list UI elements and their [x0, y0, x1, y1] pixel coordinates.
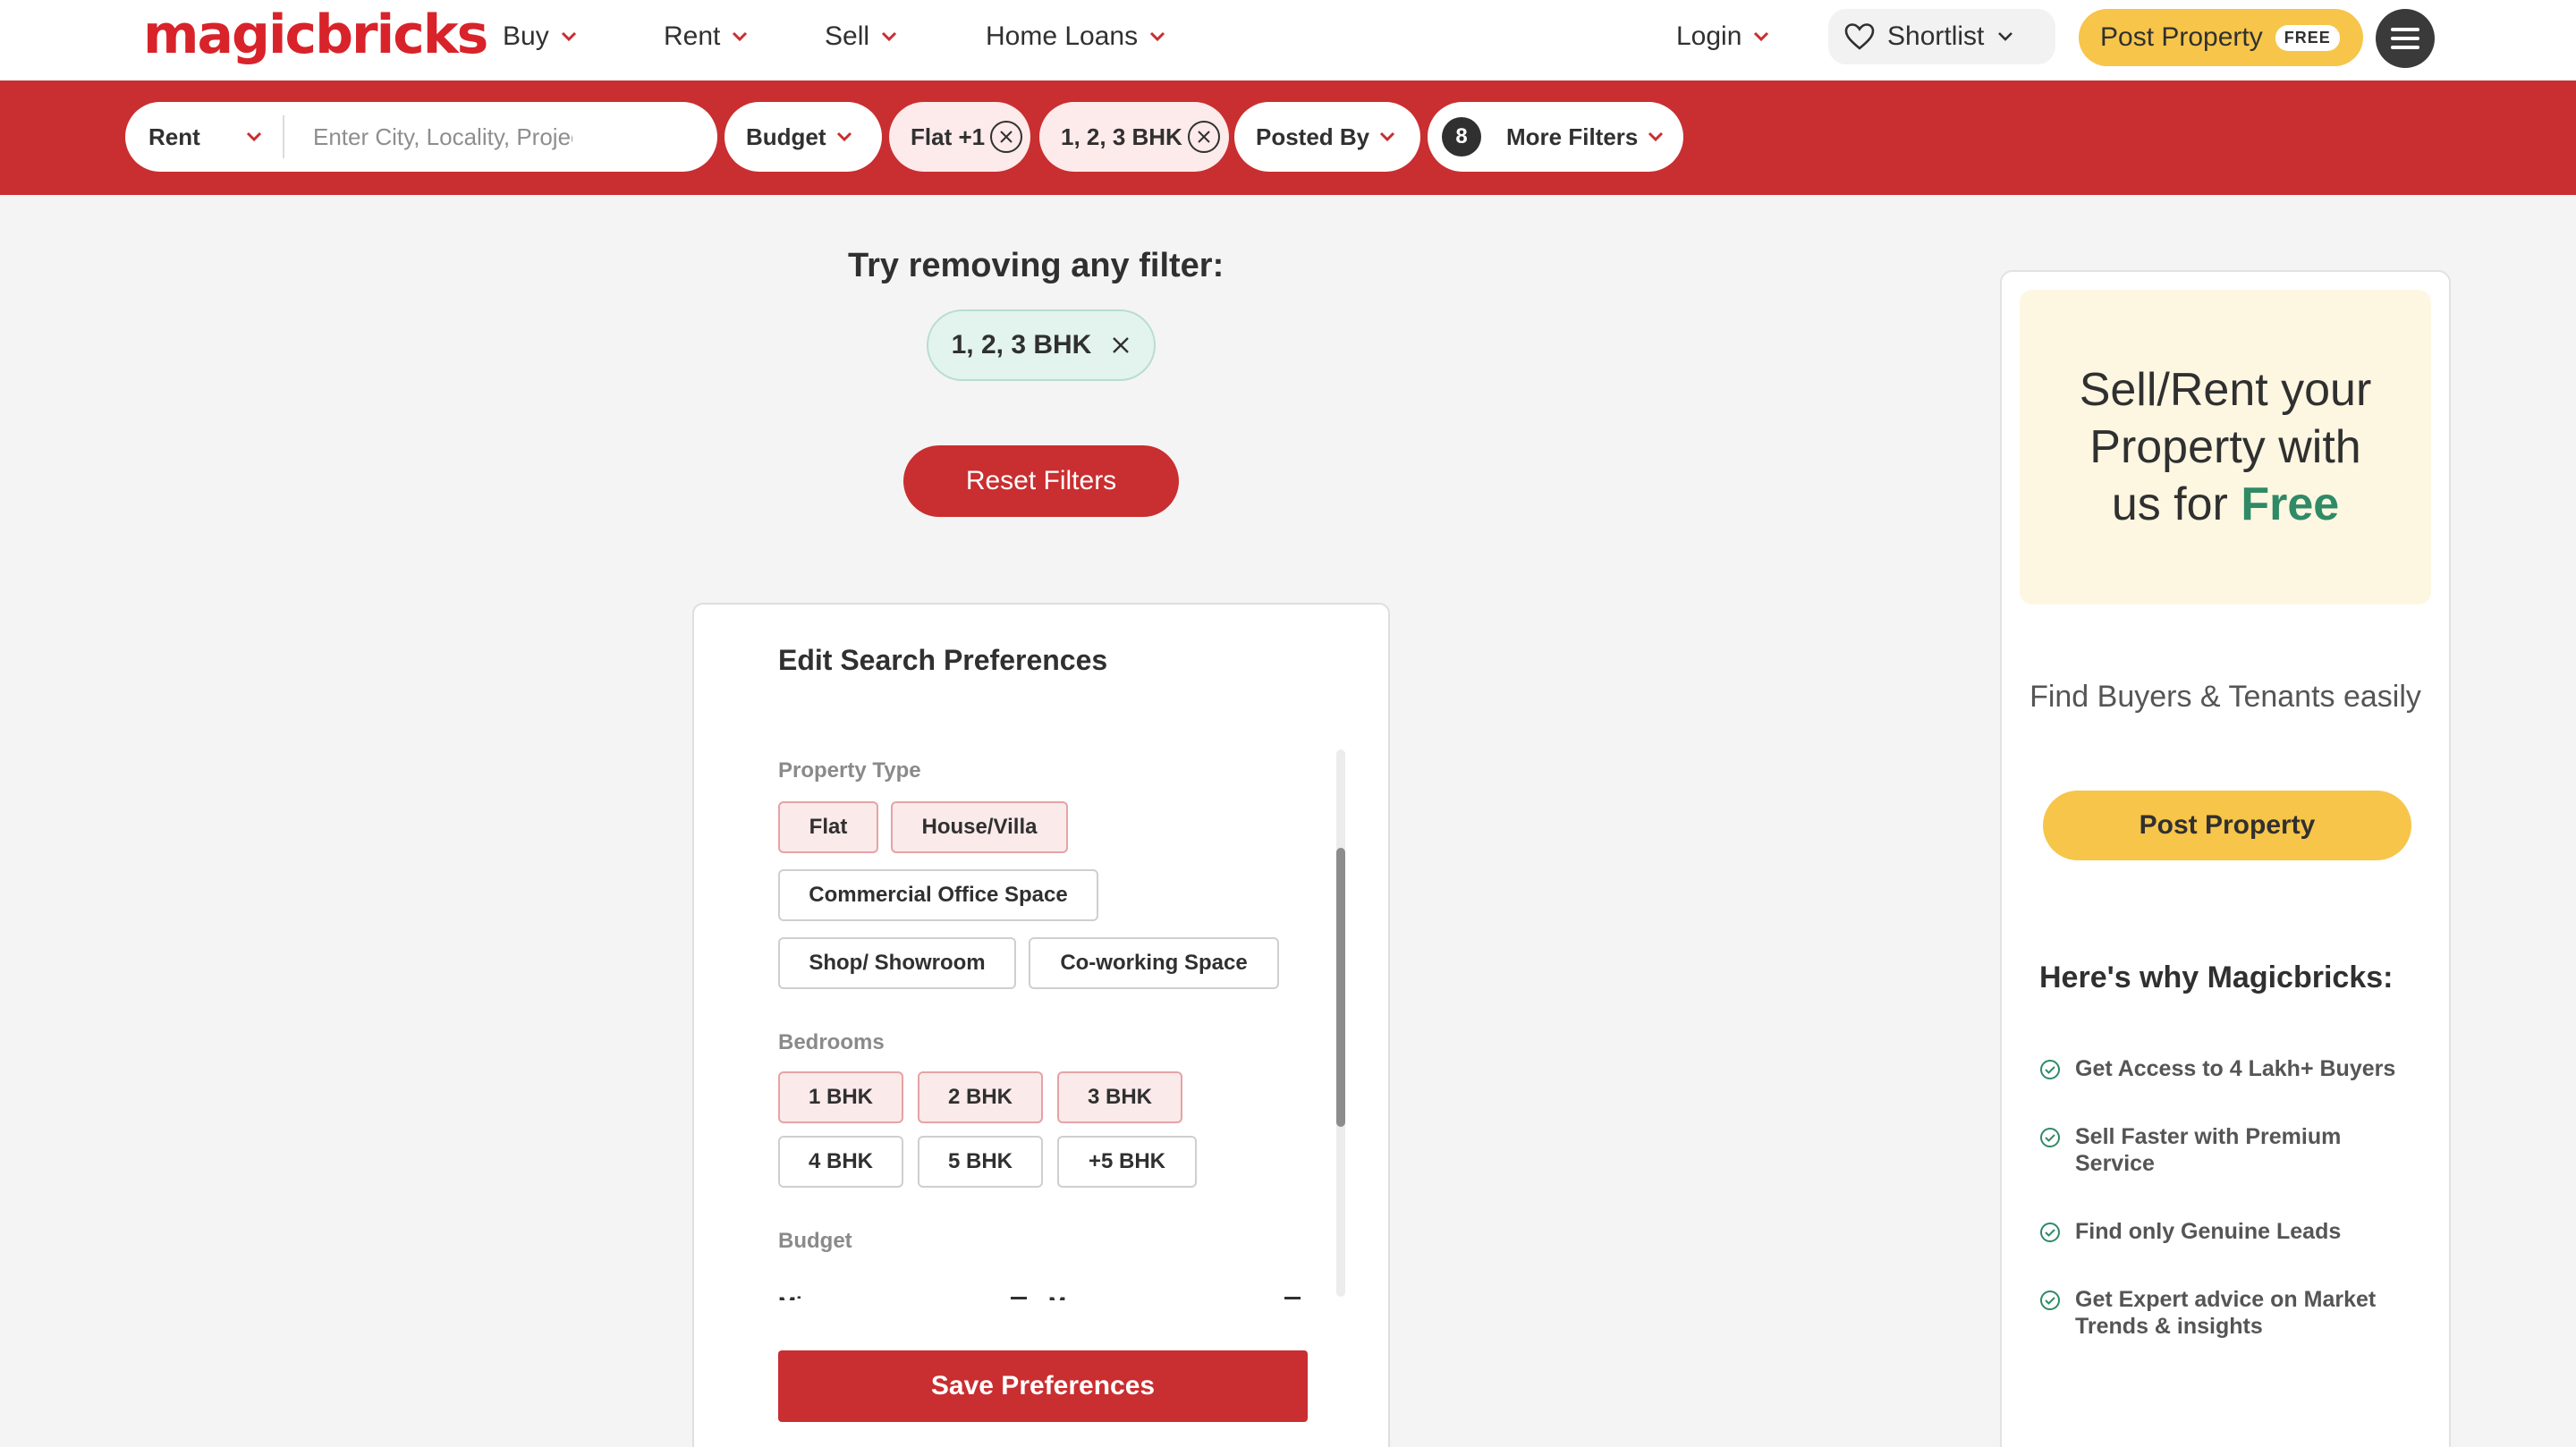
- budget-label: Budget: [778, 1229, 852, 1253]
- check-circle-icon: [2040, 1060, 2060, 1079]
- promo-line-2: Property with: [2089, 421, 2361, 473]
- property-type-label: Property Type: [778, 758, 921, 783]
- chevron-down-icon: [1996, 28, 2014, 46]
- nav-login[interactable]: Login: [1676, 21, 1770, 52]
- chevron-down-icon: [880, 28, 898, 46]
- chevron-down-icon: [731, 28, 749, 46]
- chevron-down-icon: [835, 128, 853, 146]
- option-5-plus-bhk[interactable]: +5 BHK: [1057, 1136, 1197, 1188]
- check-circle-icon: [2040, 1290, 2060, 1310]
- option-3-bhk[interactable]: 3 BHK: [1057, 1071, 1182, 1123]
- removable-filter-chip[interactable]: 1, 2, 3 BHK: [927, 309, 1156, 381]
- budget-filter-label: Budget: [746, 123, 826, 150]
- budget-min-select[interactable]: Min: [778, 1290, 815, 1300]
- post-property-promo-card: Sell/Rent your Property with us for Free…: [2000, 270, 2451, 1447]
- preferences-scrollbar[interactable]: [1336, 749, 1345, 1297]
- shortlist-button[interactable]: Shortlist: [1828, 9, 2055, 64]
- filter-bar: Rent Budget Flat +1 1, 2, 3 BHK Posted B…: [0, 80, 2576, 195]
- option-2-bhk[interactable]: 2 BHK: [918, 1071, 1043, 1123]
- save-preferences-button[interactable]: Save Preferences: [778, 1350, 1308, 1422]
- heart-icon: [1844, 23, 1875, 50]
- option-shop-showroom[interactable]: Shop/ Showroom: [778, 937, 1016, 989]
- property-type-filter-label: Flat +1: [911, 123, 986, 150]
- shortlist-label: Shortlist: [1887, 21, 1985, 51]
- benefit-text: Find only Genuine Leads: [2075, 1219, 2342, 1244]
- benefit-item: Get Access to 4 Lakh+ Buyers: [2039, 1055, 2424, 1082]
- search-input[interactable]: [313, 123, 572, 151]
- nav-login-label: Login: [1676, 21, 1742, 51]
- filter-count-badge: 8: [1442, 117, 1481, 157]
- chip-label: 1, 2, 3 BHK: [951, 330, 1092, 360]
- nav-home-loans-label: Home Loans: [986, 21, 1139, 51]
- budget-filter[interactable]: Budget: [724, 102, 882, 172]
- option-house-villa[interactable]: House/Villa: [891, 801, 1068, 853]
- search-group: Rent: [125, 102, 717, 172]
- option-4-bhk[interactable]: 4 BHK: [778, 1136, 903, 1188]
- benefit-item: Sell Faster with Premium Service: [2039, 1123, 2424, 1177]
- transaction-mode-select[interactable]: Rent: [125, 115, 284, 158]
- option-1-bhk[interactable]: 1 BHK: [778, 1071, 903, 1123]
- promo-line-3: us for: [2111, 478, 2228, 530]
- chevron-down-icon: [245, 128, 263, 146]
- find-buyers-text: Find Buyers & Tenants easily: [2029, 680, 2421, 714]
- chevron-down-icon: [1647, 128, 1665, 146]
- minus-icon: [1011, 1297, 1027, 1299]
- property-type-filter[interactable]: Flat +1: [889, 102, 1030, 172]
- clear-icon[interactable]: [1187, 121, 1220, 153]
- budget-max-select[interactable]: Max: [1048, 1290, 1090, 1300]
- close-icon[interactable]: [1111, 335, 1131, 355]
- chevron-down-icon: [560, 28, 578, 46]
- chevron-down-icon: [1148, 28, 1166, 46]
- nav-sell-label: Sell: [825, 21, 870, 51]
- minus-icon: [1284, 1297, 1301, 1299]
- chevron-down-icon: [1752, 28, 1770, 46]
- check-circle-icon: [2040, 1128, 2060, 1147]
- option-commercial-office-space[interactable]: Commercial Office Space: [778, 869, 1098, 921]
- reset-filters-button[interactable]: Reset Filters: [903, 445, 1179, 517]
- benefit-text: Sell Faster with Premium Service: [2075, 1124, 2342, 1176]
- benefit-text: Get Access to 4 Lakh+ Buyers: [2075, 1056, 2396, 1081]
- free-tag: FREE: [2275, 24, 2340, 51]
- more-filters-button[interactable]: 8 More Filters: [1428, 102, 1683, 172]
- top-navigation: magicbricks Buy Rent Sell Home Loans Log…: [0, 0, 2576, 80]
- nav-sell[interactable]: Sell: [825, 21, 898, 52]
- nav-buy-label: Buy: [503, 21, 549, 51]
- post-property-label: Post Property: [2100, 22, 2263, 52]
- scrollbar-thumb[interactable]: [1336, 848, 1345, 1127]
- post-property-button[interactable]: Post Property FREE: [2079, 9, 2363, 66]
- nav-home-loans[interactable]: Home Loans: [986, 21, 1166, 52]
- benefit-text: Get Expert advice on Market Trends & ins…: [2075, 1287, 2377, 1339]
- promo-line-1: Sell/Rent your: [2079, 364, 2372, 416]
- promo-banner: Sell/Rent your Property with us for Free: [2020, 290, 2431, 605]
- nav-rent-label: Rent: [664, 21, 721, 51]
- clear-icon[interactable]: [990, 121, 1023, 153]
- benefit-item: Find only Genuine Leads: [2039, 1218, 2424, 1245]
- nav-buy[interactable]: Buy: [503, 21, 578, 52]
- bedrooms-label: Bedrooms: [778, 1030, 885, 1054]
- mode-label: Rent: [148, 123, 200, 150]
- check-circle-icon: [2040, 1223, 2060, 1242]
- magicbricks-logo[interactable]: magicbricks: [143, 4, 488, 66]
- chevron-down-icon: [1378, 128, 1396, 146]
- bhk-filter[interactable]: 1, 2, 3 BHK: [1039, 102, 1229, 172]
- preferences-title: Edit Search Preferences: [778, 644, 1108, 676]
- edit-search-preferences-card: Edit Search Preferences Property Type Fl…: [692, 603, 1390, 1447]
- option-5-bhk[interactable]: 5 BHK: [918, 1136, 1043, 1188]
- bhk-filter-label: 1, 2, 3 BHK: [1061, 123, 1182, 150]
- option-co-working-space[interactable]: Co-working Space: [1029, 937, 1279, 989]
- benefit-item: Get Expert advice on Market Trends & ins…: [2039, 1286, 2424, 1340]
- why-magicbricks-title: Here's why Magicbricks:: [2039, 960, 2394, 994]
- promo-free-word: Free: [2241, 478, 2340, 530]
- try-removing-filter-text: Try removing any filter:: [848, 247, 1224, 284]
- sidebar-post-property-button[interactable]: Post Property: [2043, 791, 2411, 860]
- posted-by-filter[interactable]: Posted By: [1234, 102, 1420, 172]
- nav-rent[interactable]: Rent: [664, 21, 749, 52]
- hamburger-icon[interactable]: [2376, 9, 2435, 68]
- more-filters-label: More Filters: [1506, 123, 1639, 150]
- option-flat[interactable]: Flat: [778, 801, 878, 853]
- posted-by-filter-label: Posted By: [1256, 123, 1370, 150]
